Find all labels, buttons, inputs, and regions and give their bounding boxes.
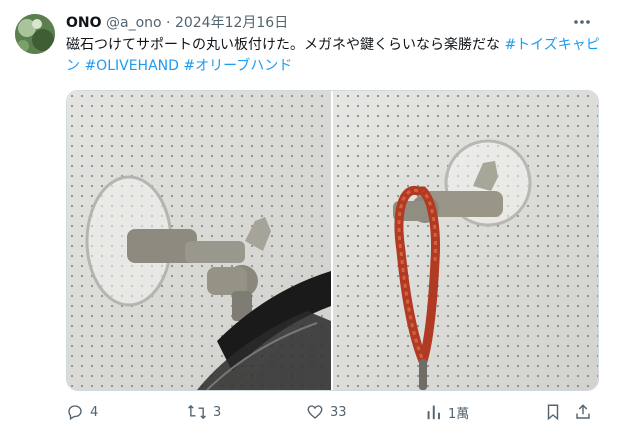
tweet-text: 磁石つけてサポートの丸い板付けた。メガネや鍵くらいなら楽勝だな #トイズキャピン… xyxy=(66,35,601,77)
header-separator: · xyxy=(166,15,171,31)
views-icon xyxy=(427,405,440,420)
avatar[interactable] xyxy=(15,14,55,54)
avatar-image xyxy=(15,14,55,54)
views-button[interactable]: 1萬 xyxy=(426,401,469,423)
action-bar: 4 3 33 1萬 xyxy=(0,401,617,423)
tweet-header: ONO @a_ono · 2024年12月16日 xyxy=(66,13,288,33)
share-button[interactable] xyxy=(574,401,592,423)
like-count: 33 xyxy=(330,404,347,420)
reply-count: 4 xyxy=(90,404,99,420)
tweet-date[interactable]: 2024年12月16日 xyxy=(175,15,288,31)
photo-right[interactable] xyxy=(333,91,598,390)
bookmark-button[interactable] xyxy=(545,401,561,423)
heart-icon xyxy=(307,405,323,419)
author-handle[interactable]: @a_ono xyxy=(106,15,162,31)
hashtag-link[interactable]: #OLIVEHAND xyxy=(84,58,178,74)
like-button[interactable]: 33 xyxy=(306,401,347,423)
tweet-body: 磁石つけてサポートの丸い板付けた。メガネや鍵くらいなら楽勝だな xyxy=(66,37,505,53)
reply-icon xyxy=(68,405,82,420)
photo-left[interactable] xyxy=(67,91,331,390)
reply-button[interactable]: 4 xyxy=(66,401,98,423)
retweet-count: 3 xyxy=(213,404,222,420)
hashtag-link[interactable]: #オリーブハンド xyxy=(183,58,292,74)
more-dots-icon xyxy=(574,20,590,24)
views-count: 1萬 xyxy=(448,406,470,422)
share-icon xyxy=(576,404,590,419)
retweet-icon xyxy=(188,404,206,420)
retweet-button[interactable]: 3 xyxy=(187,401,221,423)
more-button[interactable] xyxy=(571,11,593,38)
bookmark-icon xyxy=(547,404,559,421)
media-grid xyxy=(66,90,599,391)
author-name[interactable]: ONO xyxy=(66,15,102,31)
